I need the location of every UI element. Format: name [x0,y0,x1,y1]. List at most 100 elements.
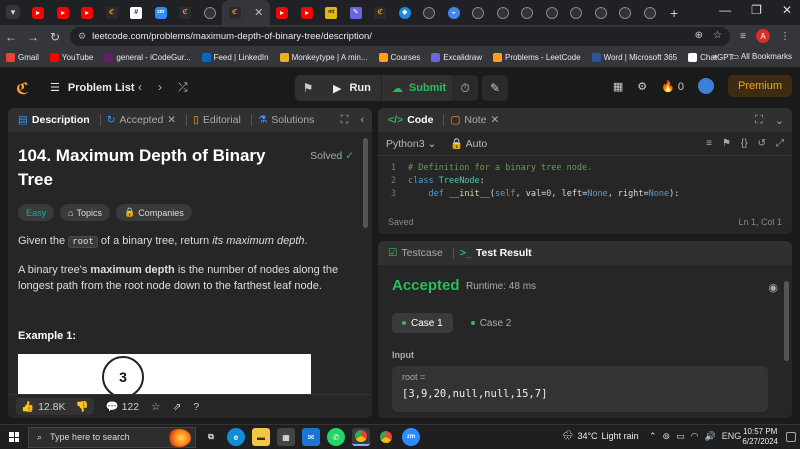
browser-tab[interactable]: ✎ [344,0,369,25]
tab-manager-icon[interactable]: ≡ [740,31,746,42]
streak-counter[interactable]: 🔥 0 [661,80,684,93]
browser-tab[interactable] [51,0,76,25]
close-tab-icon[interactable]: ✕ [254,6,263,19]
browser-tab[interactable] [564,0,589,25]
volume-icon[interactable]: 🔊 [704,431,715,442]
chrome-icon[interactable] [352,428,370,446]
expand-icon[interactable]: ⤢ [776,138,784,149]
new-tab-icon[interactable]: + [670,5,678,21]
collapse-icon[interactable]: ‹ [360,114,364,127]
next-problem-icon[interactable]: › [158,80,162,95]
browser-tab[interactable]: # [124,0,149,25]
bookmark-item[interactable]: Excalidraw [431,53,482,62]
file-explorer-icon[interactable]: ▬ [252,428,270,446]
zoom-app-icon[interactable]: zm [402,428,420,446]
bookmark-item[interactable]: Problems - LeetCode [492,53,581,62]
browser-menu-icon[interactable]: ⋮ [780,31,790,42]
fullscreen-icon[interactable]: ⛶ [755,114,763,127]
browser-tab[interactable] [417,0,442,25]
premium-button[interactable]: Premium [727,75,792,97]
close-tab-icon[interactable]: ✕ [491,114,500,126]
weather-widget[interactable]: 🌧 34°C Light rain [562,430,639,441]
address-bar[interactable]: ⚙ leetcode.com/problems/maximum-depth-of… [70,27,730,46]
thumbs-down-icon[interactable]: 👎 [76,400,89,413]
reset-icon[interactable]: ↺ [758,138,766,149]
timer-icon[interactable]: ⏱ [452,75,478,101]
prev-problem-icon[interactable]: ‹ [138,80,142,95]
tab-note[interactable]: ▢ Note ✕ [450,114,499,126]
browser-tab[interactable]: ℭ [100,0,125,25]
description-scrollbar[interactable] [363,138,368,228]
browser-tab[interactable] [515,0,540,25]
tab-testcase[interactable]: ☑ Testcase [388,247,443,259]
layout-icon[interactable]: ▦ [613,80,623,93]
chevron-up-icon[interactable]: ⌃ [649,431,657,442]
tab-code[interactable]: </> Code [388,114,433,126]
language-select[interactable]: Python3 ⌄ [386,138,436,150]
bookmark-icon[interactable]: ⚑ [722,138,731,149]
case-1-tab[interactable]: Case 1 [392,313,453,333]
browser-tab[interactable]: ◆ [393,0,418,25]
bookmark-item[interactable]: Feed | LinkedIn [201,53,269,62]
close-tab-icon[interactable]: ✕ [167,114,176,126]
reload-icon[interactable]: ↻ [44,30,66,44]
tab-search-icon[interactable]: ▾ [6,5,20,19]
zoom-icon[interactable]: ⊕ [695,30,703,41]
battery-icon[interactable]: ▭ [676,431,685,442]
comments-button[interactable]: 💬 122 [106,400,140,413]
run-button[interactable]: ▶ Run [321,75,381,101]
browser-tab[interactable]: ℭ ✕ [222,0,270,25]
more-bookmarks-icon[interactable]: » [713,52,717,61]
bookmark-item[interactable]: Monkeytype | A min... [279,53,368,62]
browser-tab[interactable] [270,0,295,25]
eye-icon[interactable]: ◉ [768,281,778,294]
store-icon[interactable]: ▦ [277,428,295,446]
task-view-icon[interactable]: ⧉ [202,428,220,446]
back-icon[interactable]: ← [0,30,22,44]
browser-tab[interactable]: mt [319,0,344,25]
browser-tab[interactable]: ℭ [173,0,198,25]
browser-tab[interactable] [613,0,638,25]
help-icon[interactable]: ? [193,401,199,413]
minimize-icon[interactable]: — [719,3,731,17]
topics-tag[interactable]: ⌂ Topics [60,204,110,221]
browser-tab[interactable]: ◒ [442,0,467,25]
tab-editorial[interactable]: ▯ Editorial [193,114,241,126]
auto-toggle[interactable]: 🔒 Auto [450,137,487,150]
tab-accepted[interactable]: ↻ Accepted ✕ [107,114,176,126]
browser-tab[interactable] [589,0,614,25]
favorite-star-icon[interactable]: ☆ [151,401,160,413]
browser-tab[interactable]: zm [149,0,174,25]
shuffle-icon[interactable]: ⤮ [178,80,188,95]
result-scrollbar[interactable] [784,281,789,361]
browser-tab[interactable] [638,0,663,25]
user-avatar[interactable] [697,78,714,94]
browser-tab[interactable] [26,0,51,25]
problem-list-link[interactable]: ☰ Problem List [50,81,135,95]
leetcode-logo-icon[interactable]: ℭ [16,79,29,99]
all-bookmarks[interactable]: ▭ All Bookmarks [732,52,792,61]
language-icon[interactable]: ENG [722,431,742,442]
braces-icon[interactable]: {} [741,138,748,149]
bookmark-item[interactable]: Gmail [6,53,39,62]
share-icon[interactable]: ⇗ [173,401,182,413]
start-button[interactable] [0,432,28,442]
tab-test-result[interactable]: >_ Test Result [460,247,532,259]
browser-tab[interactable] [491,0,516,25]
code-editor[interactable]: 1 # Definition for a binary tree node. 2 c… [378,156,792,201]
browser-tab[interactable] [295,0,320,25]
browser-tab[interactable] [198,0,223,25]
taskbar-search[interactable]: ⌕ Type here to search [28,426,196,448]
browser-tab[interactable] [466,0,491,25]
site-info-icon[interactable]: ⚙ [78,31,86,42]
format-icon[interactable]: ≡ [706,138,712,149]
collapse-icon[interactable]: ⌄ [775,114,784,127]
profile-avatar[interactable]: A [756,29,770,43]
bookmark-item[interactable]: general - iCodeGur... [104,53,191,62]
companies-tag[interactable]: 🔒 Companies [115,204,192,221]
bookmark-star-icon[interactable]: ☆ [713,30,722,41]
case-2-tab[interactable]: Case 2 [461,313,522,333]
chrome-profile-icon[interactable] [377,428,395,446]
whatsapp-icon[interactable]: ✆ [327,428,345,446]
bookmark-item[interactable]: Word | Microsoft 365 [591,53,677,62]
